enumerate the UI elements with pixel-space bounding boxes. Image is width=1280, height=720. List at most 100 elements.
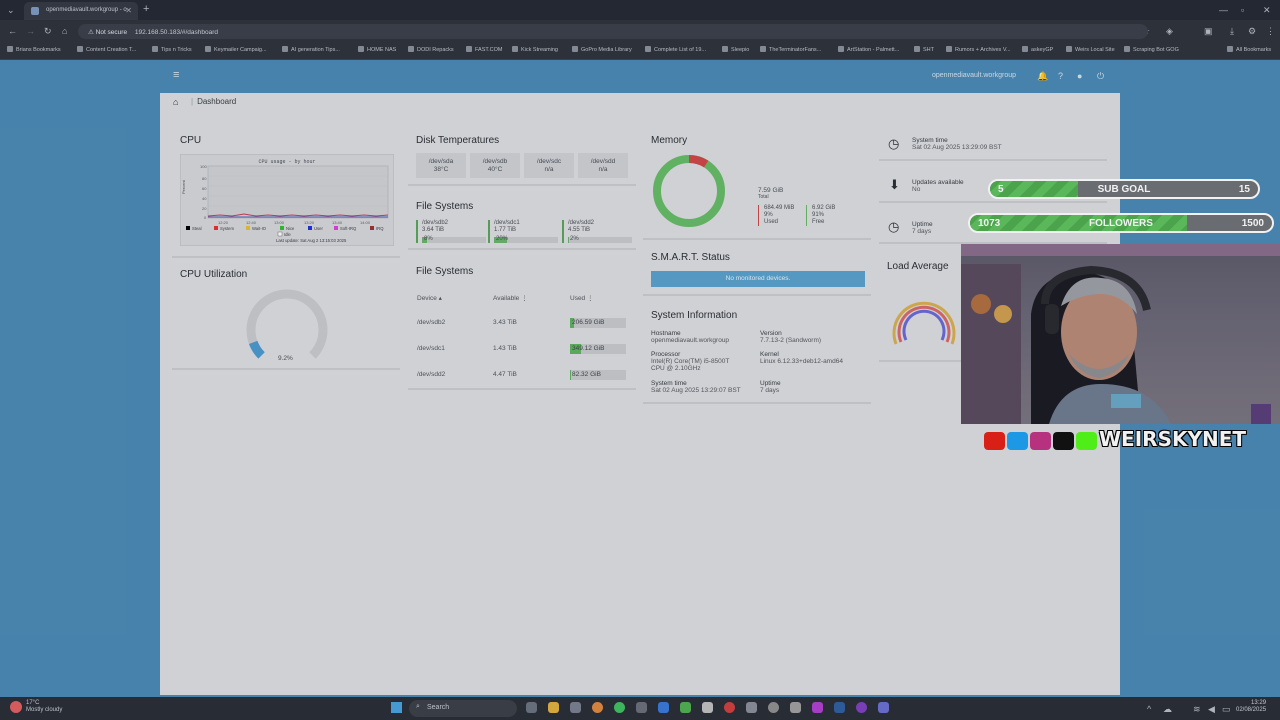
bookmark-item[interactable]: FAST.COM (466, 46, 503, 53)
app-icon[interactable] (680, 702, 691, 713)
tray-chevron-icon[interactable]: ^ (1147, 704, 1151, 714)
tiktok-icon (1053, 431, 1074, 450)
sysinfo-processor: Processor Intel(R) Core(TM) i5-8500T CPU @… (651, 351, 730, 372)
browser-tab-bar: ⌄ openmediavault.workgroup - o ✕ + — ▫ ✕ (0, 0, 1280, 20)
close-tab-icon[interactable]: ✕ (125, 6, 132, 15)
steam-icon[interactable] (834, 702, 845, 713)
minimize-icon[interactable]: — (1219, 5, 1228, 15)
sysinfo-hostname: Hostname openmediavault.workgroup (651, 330, 730, 344)
back-icon[interactable]: ← (8, 26, 17, 36)
app-icon[interactable] (768, 702, 779, 713)
svg-text:12:20: 12:20 (218, 220, 229, 225)
reload-icon[interactable]: ↻ (44, 26, 52, 36)
svg-text:Idle: Idle (284, 232, 291, 237)
svg-text:Soft-IRQ: Soft-IRQ (340, 226, 357, 231)
file-systems-summary-title: File Systems (416, 201, 474, 212)
bookmark-item[interactable]: Content Creation T... (77, 46, 136, 53)
cloud-icon[interactable]: ☁ (1163, 704, 1172, 714)
extension-icon[interactable]: ◈ (1166, 26, 1173, 36)
close-window-icon[interactable]: ✕ (1263, 5, 1271, 15)
bookmark-item[interactable]: Tips n Tricks (152, 46, 192, 53)
channel-brand: WEIRSKYNET (984, 427, 1246, 451)
app-icon[interactable] (746, 702, 757, 713)
task-view-icon[interactable] (526, 702, 537, 713)
col-available[interactable]: Available ⋮ (493, 294, 528, 302)
svg-text:Wait-IO: Wait-IO (252, 226, 267, 231)
bookmark-item[interactable]: SHT (914, 46, 934, 53)
help-icon[interactable]: ? (1058, 71, 1063, 81)
discord-icon[interactable] (878, 702, 889, 713)
bookmark-item[interactable]: Weirs Local Site (1066, 46, 1115, 53)
svg-text:User: User (314, 226, 323, 231)
taskbar-search[interactable]: ⌕ Search (409, 700, 517, 717)
bookmark-item[interactable]: TheTerminatorFans... (760, 46, 821, 53)
fs-summary-item: /dev/sdd2 4.55 TiB 2% (562, 220, 632, 243)
bookmark-item[interactable]: askeyGP (1022, 46, 1053, 53)
svg-text:IRQ: IRQ (376, 226, 384, 231)
svg-text:Nice: Nice (286, 226, 295, 231)
bookmark-item[interactable]: GoPro Media Library (572, 46, 632, 53)
app-icon[interactable] (790, 702, 801, 713)
start-button-icon[interactable] (391, 702, 402, 713)
settings-icon[interactable]: ⚙ (1248, 26, 1256, 36)
sub-goal-target: 15 (1238, 184, 1250, 195)
download-icon[interactable]: ⤓ (1230, 26, 1234, 36)
new-tab-icon[interactable]: + (143, 4, 149, 15)
bookmark-item[interactable]: Complete List of 19... (645, 46, 706, 53)
weather-widget[interactable]: 17°C Mostly cloudy (26, 700, 62, 714)
bookmark-item[interactable]: AI generation Tips... (282, 46, 340, 53)
battery-icon[interactable]: ▭ (1222, 704, 1231, 714)
fs-summary-item: /dev/sdb2 3.64 TiB 8% (416, 220, 486, 243)
app-icon[interactable] (636, 702, 647, 713)
breadcrumb-dashboard: Dashboard (197, 97, 237, 106)
file-explorer-icon[interactable] (548, 702, 559, 713)
taskbar-clock[interactable]: 13:29 02/08/2025 (1236, 700, 1266, 714)
fs-row-available: 3.43 TiB (493, 319, 517, 326)
bookmark-item[interactable]: Keymailer Campaig... (205, 46, 267, 53)
user-icon[interactable]: ● (1077, 71, 1082, 81)
notification-bell-icon[interactable]: 🔔 (1037, 71, 1048, 82)
hamburger-menu-icon[interactable]: ≡ (173, 69, 179, 81)
maximize-icon[interactable]: ▫ (1241, 5, 1244, 15)
volume-icon[interactable]: ◀ (1208, 704, 1215, 714)
col-used[interactable]: Used ⋮ (570, 294, 594, 302)
wifi-icon[interactable]: ≋ (1193, 704, 1201, 714)
app-icon[interactable] (812, 702, 823, 713)
bookmark-item[interactable]: HOME NAS (358, 46, 396, 53)
bookmark-item[interactable]: Kick Streaming (512, 46, 558, 53)
browser-tab[interactable]: openmediavault.workgroup - o ✕ (24, 2, 138, 20)
fs-row-available: 4.47 TiB (493, 371, 517, 378)
all-bookmarks[interactable]: All Bookmarks (1227, 46, 1271, 53)
spotify-icon[interactable] (614, 702, 625, 713)
bookmark-item[interactable]: ArtStation - Palmett... (838, 46, 899, 53)
extensions-puzzle-icon[interactable]: ▣ (1204, 26, 1213, 36)
bookmark-item[interactable]: Scraping Bot GOG (1124, 46, 1179, 53)
app-icon[interactable] (724, 702, 735, 713)
app-icon[interactable] (658, 702, 669, 713)
cpu-title: CPU (180, 135, 202, 146)
bookmark-item[interactable]: Rumors + Archives V... (946, 46, 1011, 53)
url-bar[interactable]: ⚠ Not secure 192.168.50.183/#/dashboard (78, 24, 1148, 39)
power-icon[interactable]: ⏻ (1097, 71, 1104, 82)
forward-icon[interactable]: → (26, 26, 35, 36)
svg-text:13:40: 13:40 (332, 220, 343, 225)
bookmark-item[interactable]: Sleepio (722, 46, 749, 53)
bookmark-item[interactable]: Brians Bookmarks (7, 46, 61, 53)
home-browser-icon[interactable]: ⌂ (62, 26, 67, 36)
streamer-webcam-image (961, 244, 1280, 424)
tab-title: openmediavault.workgroup - o (46, 7, 127, 13)
chrome-icon[interactable] (592, 702, 603, 713)
app-icon[interactable] (856, 702, 867, 713)
col-device[interactable]: Device ▴ (417, 294, 442, 302)
svg-text:20: 20 (202, 206, 207, 211)
menu-dots-icon[interactable]: ⋮ (1266, 26, 1275, 36)
tab-list-icon[interactable]: ⌄ (7, 5, 15, 15)
app-icon[interactable] (702, 702, 713, 713)
home-icon[interactable]: ⌂ (173, 97, 178, 107)
not-secure-icon: ⚠ (88, 29, 96, 36)
app-icon[interactable] (570, 702, 581, 713)
svg-text:12:40: 12:40 (246, 220, 257, 225)
fs-row-device: /dev/sdb2 (417, 319, 446, 326)
brand-text: WEIRSKYNET (1099, 427, 1246, 451)
bookmark-item[interactable]: DODI Repacks (408, 46, 454, 53)
